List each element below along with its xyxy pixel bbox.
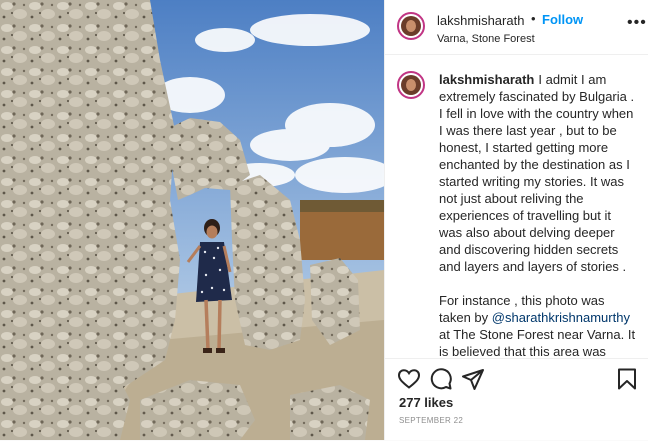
caption-text: lakshmisharath I admit I am extremely fas… bbox=[439, 71, 637, 358]
share-icon[interactable] bbox=[461, 367, 485, 391]
mention-link[interactable]: @sharathkrishnamurthy bbox=[492, 310, 630, 325]
separator-dot: • bbox=[531, 11, 536, 26]
post-date[interactable]: SEPTEMBER 22 bbox=[399, 416, 463, 425]
stone-forest-photo bbox=[0, 0, 384, 440]
caption-section: lakshmisharath I admit I am extremely fas… bbox=[385, 55, 648, 358]
caption-paragraph-2-end: at The Stone Forest near Varna. It is be… bbox=[439, 327, 636, 358]
heart-icon[interactable] bbox=[397, 367, 421, 391]
avatar[interactable] bbox=[397, 12, 425, 40]
location-link[interactable]: Varna, Stone Forest bbox=[437, 33, 535, 45]
header-username[interactable]: lakshmisharath bbox=[437, 13, 524, 28]
more-options-icon[interactable]: ••• bbox=[627, 14, 647, 32]
post-sidebar: lakshmisharath • Follow Varna, Stone For… bbox=[384, 0, 648, 440]
instagram-post: lakshmisharath • Follow Varna, Stone For… bbox=[0, 0, 648, 440]
action-bar: 277 likes SEPTEMBER 22 bbox=[385, 358, 648, 441]
caption-username[interactable]: lakshmisharath bbox=[439, 72, 534, 87]
caption-paragraph-1: I admit I am extremely fascinated by Bul… bbox=[439, 72, 635, 274]
post-header: lakshmisharath • Follow Varna, Stone For… bbox=[385, 0, 648, 55]
caption-avatar[interactable] bbox=[397, 71, 425, 99]
bookmark-icon[interactable] bbox=[615, 367, 639, 391]
follow-button[interactable]: Follow bbox=[542, 12, 583, 27]
comment-icon[interactable] bbox=[429, 367, 453, 391]
post-photo[interactable] bbox=[0, 0, 384, 440]
likes-count[interactable]: 277 likes bbox=[399, 395, 453, 410]
